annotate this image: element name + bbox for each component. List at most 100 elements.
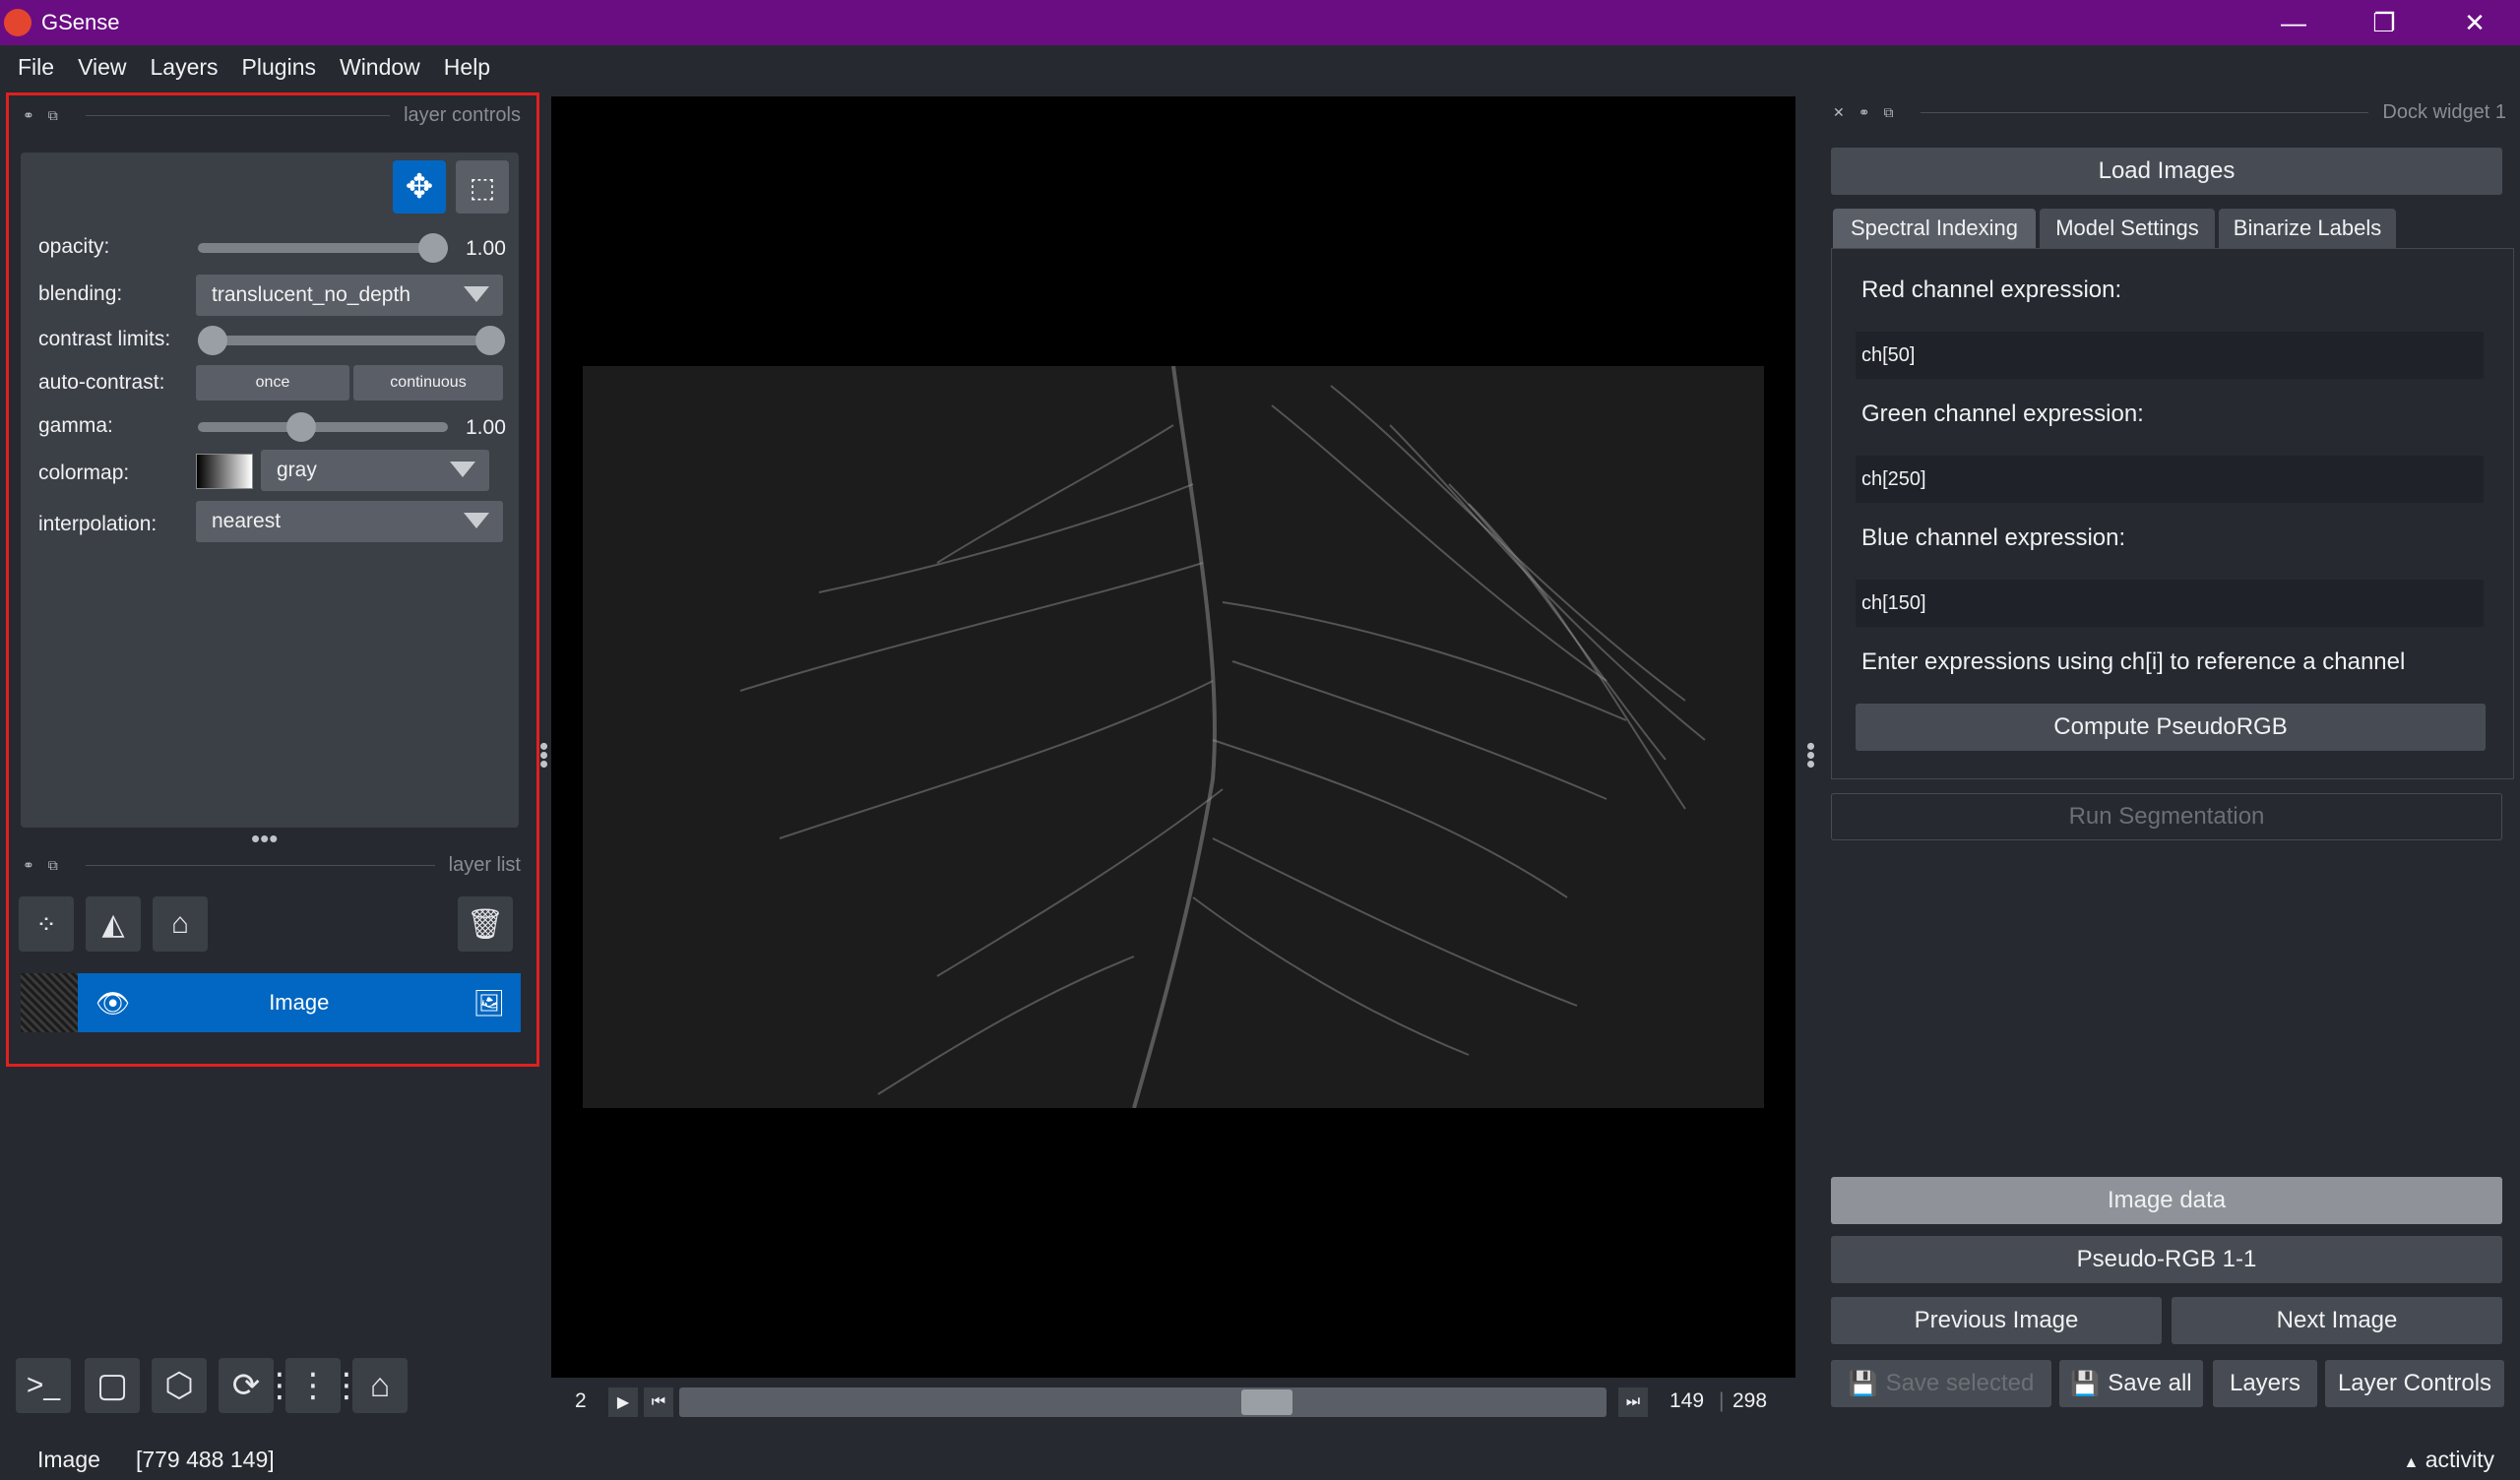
red-expression-input[interactable]: ch[50] — [1856, 332, 2484, 379]
tag-icon: ⌂ — [170, 907, 190, 940]
image-display[interactable] — [583, 366, 1764, 1108]
shapes-icon: ◭ — [101, 907, 125, 941]
undock-icon[interactable]: ⧉ — [48, 857, 58, 874]
auto-contrast-once-button[interactable]: once — [196, 365, 349, 401]
close-icon[interactable]: ✕ — [1833, 104, 1845, 121]
step-back-button[interactable]: ⏮ — [644, 1388, 673, 1417]
colormap-dropdown[interactable]: gray — [261, 450, 489, 491]
layer-name[interactable]: Image — [131, 990, 468, 1016]
menu-plugins[interactable]: Plugins — [230, 54, 328, 81]
trash-icon: 🗑 — [466, 907, 505, 941]
tab-spectral-indexing[interactable]: Spectral Indexing — [1833, 209, 2036, 248]
compute-pseudorgb-button[interactable]: Compute PseudoRGB — [1856, 704, 2486, 751]
dims-total: 298 — [1732, 1389, 1768, 1412]
status-layer: Image — [37, 1446, 100, 1472]
contrast-limits-slider[interactable] — [198, 336, 505, 345]
interpolation-value: nearest — [212, 510, 282, 532]
console-button[interactable]: >_ — [16, 1358, 71, 1413]
ndisplay-button[interactable]: ▢ — [85, 1358, 140, 1413]
left-splitter-handle[interactable]: ••• — [529, 742, 559, 769]
new-points-layer-button[interactable]: ⁘ — [19, 896, 74, 952]
transform-tool-button[interactable]: ⬚ — [456, 160, 509, 214]
menu-help[interactable]: Help — [432, 54, 502, 81]
grid-icon: ⋮⋮⋮ — [263, 1367, 363, 1404]
layer-controls-button[interactable]: Layer Controls — [2325, 1360, 2504, 1407]
blending-dropdown[interactable]: translucent_no_depth — [196, 275, 503, 316]
undock-icon[interactable]: ⧉ — [48, 107, 58, 124]
layer-list-header: ⚭ ⧉ layer list — [23, 851, 521, 879]
root-image-graphic — [583, 366, 1764, 1108]
blue-expression-input[interactable]: ch[150] — [1856, 580, 2484, 627]
dock-widget-title: Dock widget 1 — [2382, 100, 2506, 123]
roll-dims-button[interactable]: ⬡ — [152, 1358, 207, 1413]
float-icon[interactable]: ⚭ — [23, 107, 34, 124]
pseudo-rgb-button[interactable]: Pseudo-RGB 1-1 — [1831, 1236, 2502, 1283]
menu-bar: File View Layers Plugins Window Help — [0, 45, 2520, 89]
step-forward-button[interactable]: ⏭ — [1618, 1388, 1648, 1417]
gamma-slider[interactable] — [198, 422, 448, 432]
gamma-slider-handle[interactable] — [286, 412, 316, 442]
dock-widget-header: ✕ ⚭ ⧉ Dock widget 1 — [1833, 98, 2506, 126]
layers-button[interactable]: Layers — [2213, 1360, 2317, 1407]
chevron-down-icon — [450, 462, 475, 477]
skip-forward-icon: ⏭ — [1625, 1393, 1641, 1410]
delete-layer-button[interactable]: 🗑 — [458, 896, 513, 952]
red-expression-label: Red channel expression: — [1861, 277, 2122, 303]
play-button[interactable]: ▶ — [608, 1388, 638, 1417]
window-title: GSense — [41, 10, 120, 34]
close-window-button[interactable]: ✕ — [2429, 0, 2520, 45]
caret-up-icon: ▲ — [2403, 1453, 2420, 1471]
auto-contrast-label: auto-contrast: — [38, 371, 165, 394]
pan-zoom-tool-button[interactable]: ✥ — [393, 160, 446, 214]
next-image-button[interactable]: Next Image — [2172, 1297, 2502, 1344]
new-labels-layer-button[interactable]: ⌂ — [153, 896, 208, 952]
cube-icon: ⬡ — [164, 1367, 194, 1404]
dims-slider-bar: 2 ▶ ⏮ ⏭ 149 | 298 — [551, 1378, 1796, 1427]
contrast-min-handle[interactable] — [198, 326, 227, 355]
colormap-value: gray — [277, 459, 317, 481]
float-icon[interactable]: ⚭ — [1858, 104, 1870, 121]
status-bar: Image [779 488 149] ▲ activity — [0, 1439, 2520, 1480]
home-icon: ⌂ — [369, 1366, 391, 1404]
tab-binarize-labels[interactable]: Binarize Labels — [2219, 209, 2396, 248]
dims-scroll-thumb[interactable] — [1241, 1389, 1292, 1415]
contrast-max-handle[interactable] — [475, 326, 505, 355]
menu-layers[interactable]: Layers — [139, 54, 230, 81]
save-all-button[interactable]: 💾 Save all — [2059, 1360, 2203, 1407]
window-controls: — ❐ ✕ — [2248, 0, 2520, 45]
previous-image-button[interactable]: Previous Image — [1831, 1297, 2162, 1344]
terminal-icon: >_ — [26, 1369, 61, 1401]
undock-icon[interactable]: ⧉ — [1883, 104, 1893, 121]
dims-scroll-track[interactable] — [679, 1388, 1606, 1417]
new-shapes-layer-button[interactable]: ◭ — [86, 896, 141, 952]
grid-button[interactable]: ⋮⋮⋮ — [263, 1358, 363, 1413]
load-images-button[interactable]: Load Images — [1831, 148, 2502, 195]
visibility-eye-icon[interactable]: 👁 — [95, 987, 131, 1019]
opacity-slider-handle[interactable] — [418, 233, 448, 263]
green-expression-input[interactable]: ch[250] — [1856, 456, 2484, 503]
chevron-down-icon — [464, 513, 489, 528]
opacity-slider[interactable] — [198, 243, 448, 253]
splitter-handle[interactable]: ••• — [251, 824, 278, 854]
layer-row-image[interactable]: 👁 Image 🖼 — [21, 973, 521, 1032]
menu-file[interactable]: File — [6, 54, 66, 81]
restore-button[interactable]: ❐ — [2339, 0, 2429, 45]
auto-contrast-continuous-button[interactable]: continuous — [353, 365, 503, 401]
expression-hint: Enter expressions using ch[i] to referen… — [1861, 648, 2406, 675]
interpolation-dropdown[interactable]: nearest — [196, 501, 503, 542]
float-icon[interactable]: ⚭ — [23, 857, 34, 874]
menu-view[interactable]: View — [66, 54, 138, 81]
transform-select-icon: ⬚ — [469, 171, 496, 203]
square-icon: ▢ — [95, 1367, 129, 1404]
tab-model-settings[interactable]: Model Settings — [2040, 209, 2215, 248]
activity-button[interactable]: ▲ activity — [2403, 1447, 2494, 1473]
save-selected-button[interactable]: 💾 Save selected — [1831, 1360, 2051, 1407]
layer-list-title: layer list — [448, 853, 521, 876]
run-segmentation-button[interactable]: Run Segmentation — [1831, 793, 2502, 840]
opacity-value: 1.00 — [466, 237, 506, 260]
menu-window[interactable]: Window — [328, 54, 432, 81]
viewer-canvas[interactable] — [551, 96, 1796, 1378]
image-data-button[interactable]: Image data — [1831, 1177, 2502, 1224]
home-button[interactable]: ⌂ — [352, 1358, 408, 1413]
minimize-button[interactable]: — — [2248, 0, 2339, 45]
